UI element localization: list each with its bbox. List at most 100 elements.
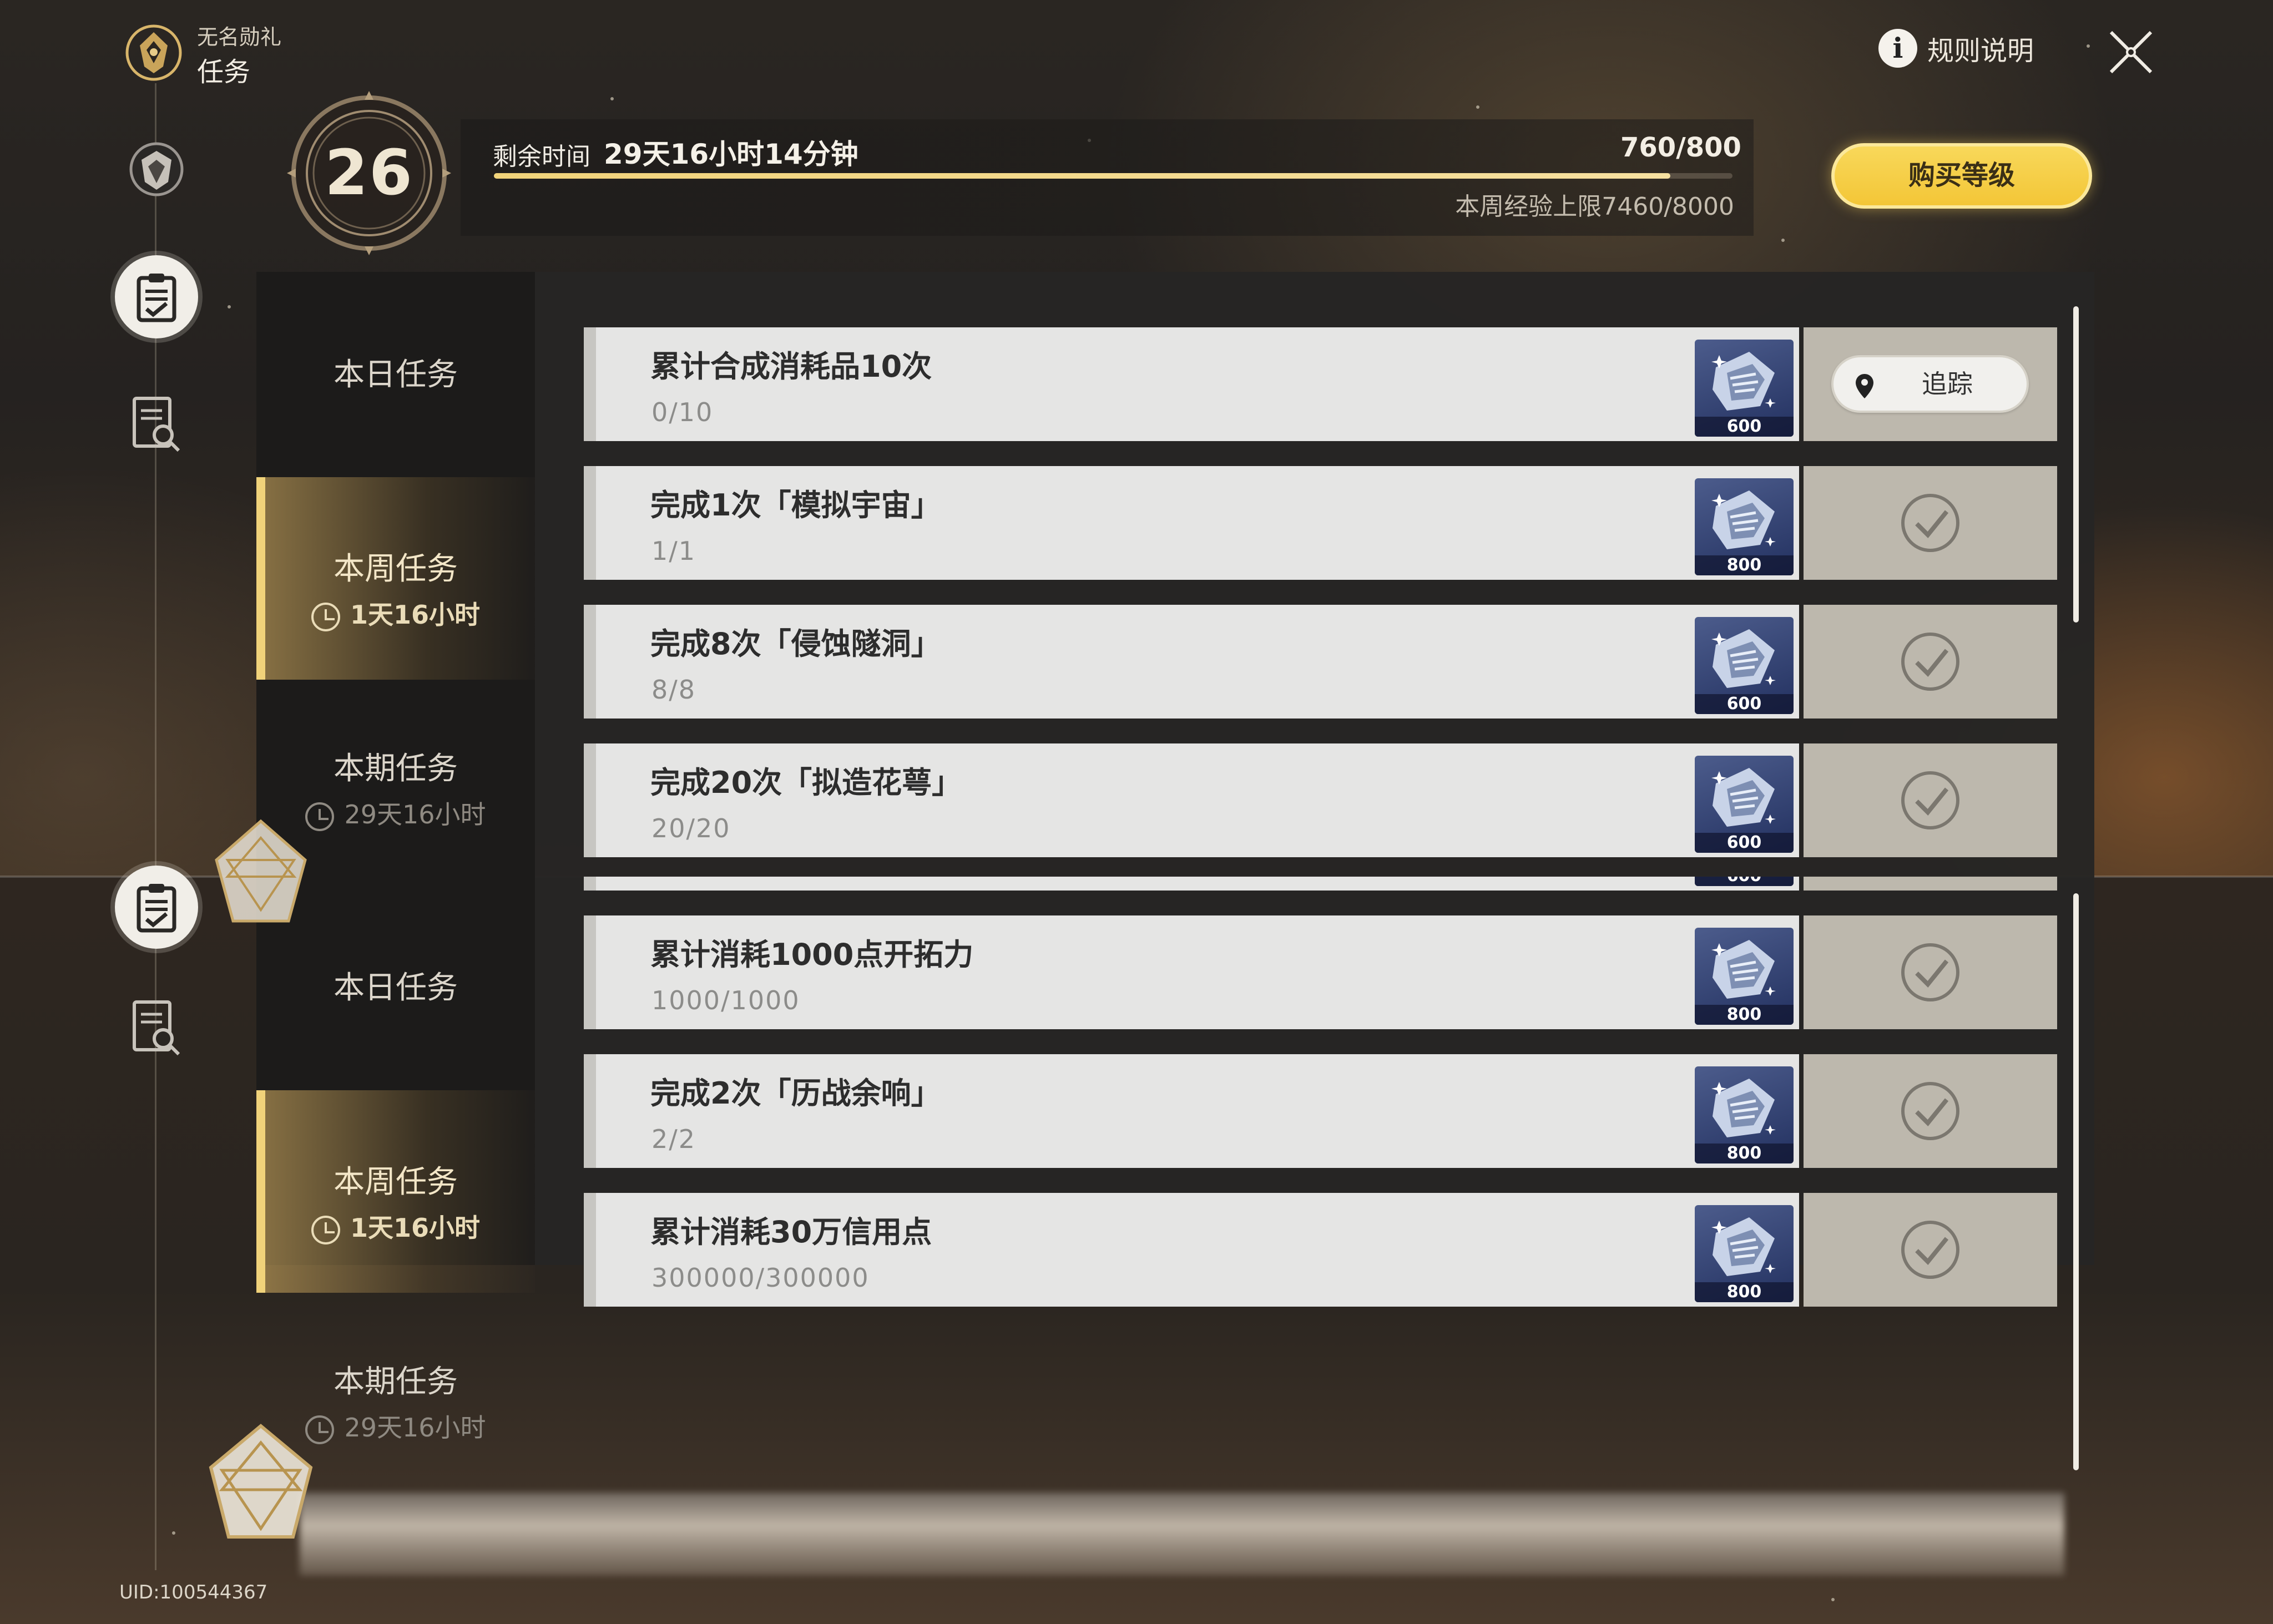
shield-icon[interactable]: [126, 139, 187, 200]
reward-item[interactable]: 800: [1695, 1066, 1794, 1163]
clock-icon: [311, 1215, 340, 1244]
tab-time: 1天16小时: [350, 1213, 481, 1243]
rules-label: 规则说明: [1927, 36, 2034, 67]
checkmark-icon: [1901, 494, 1959, 552]
reward-amount: 600: [1695, 877, 1794, 886]
task-title: 完成2次「历战余响」: [650, 1076, 941, 1111]
search-document-icon[interactable]: [131, 395, 182, 453]
task-row: 累计消耗1000点开拓力 1000/1000 800: [584, 915, 2057, 1029]
reward-ticket-icon: [1711, 940, 1776, 999]
sidebar-line: [155, 877, 156, 1570]
checkmark-icon: [1901, 1082, 1959, 1140]
task-title: 完成1次「模拟宇宙」: [650, 488, 941, 523]
sparkle: [1831, 1598, 1835, 1601]
search-document-icon[interactable]: [131, 999, 182, 1056]
scrollbar[interactable]: [2073, 893, 2079, 1470]
task-action-cell[interactable]: [1804, 605, 2057, 719]
tab-label: 本期任务: [334, 751, 458, 787]
task-progress: 2/2: [651, 1124, 696, 1154]
task-title: 累计合成消耗品10次: [650, 349, 932, 384]
reward-ticket-icon: [1711, 1217, 1776, 1276]
reward-item[interactable]: 800: [1695, 928, 1794, 1025]
task-action-cell[interactable]: [1804, 466, 2057, 580]
tab-daily[interactable]: 本日任务: [256, 272, 535, 474]
reward-item[interactable]: 600: [1695, 340, 1794, 437]
task-title: 完成8次「侵蚀隧洞」: [650, 626, 941, 661]
reward-item[interactable]: 600: [1695, 756, 1794, 853]
task-progress: 1000/1000: [651, 985, 800, 1015]
reward-ticket-icon: [1711, 1079, 1776, 1137]
task-card: 完成2次「历战余响」 2/2 800: [584, 1054, 1799, 1168]
clipboard-check-icon: [137, 274, 176, 322]
task-action-cell[interactable]: [1804, 915, 2057, 1029]
task-row: 完成1次「模拟宇宙」 1/1 800: [584, 466, 2057, 580]
scrollbar[interactable]: [2073, 306, 2079, 623]
task-row: 完成20次「拟造花萼」 20/20 600: [584, 743, 2057, 857]
checkmark-icon: [1901, 633, 1959, 691]
reward-item[interactable]: 800: [1695, 1205, 1794, 1302]
task-action-cell[interactable]: [1804, 1054, 2057, 1168]
task-card: 完成20次「拟造花萼」20/20600: [584, 743, 1799, 857]
task-row: 累计消耗30万信用点 300000/300000 800: [584, 1193, 2057, 1307]
sparkle: [172, 1531, 175, 1535]
tab-weekly[interactable]: 本周任务 1天16小时: [256, 477, 535, 680]
tab-label: 本期任务: [334, 1364, 458, 1400]
clock-icon: [311, 602, 340, 631]
page-title: 任务: [197, 57, 251, 88]
medal-icon: [123, 22, 184, 83]
task-row: 累计合成消耗品10次 0/10 600 追踪: [584, 327, 2057, 441]
buy-level-button[interactable]: 购买等级: [1831, 143, 2092, 209]
reward-item[interactable]: 800: [1695, 478, 1794, 575]
tab-weekly[interactable]: 本周任务 1天16小时: [256, 1090, 535, 1293]
level-badge: 26: [286, 90, 452, 256]
location-pin-icon: [1856, 374, 1873, 398]
task-action-cell: 追踪: [1804, 327, 2057, 441]
task-progress: 8/8: [651, 675, 696, 705]
nav-tasks-active[interactable]: [115, 866, 198, 949]
sparkle: [228, 305, 231, 308]
star-cube-icon: [194, 1420, 327, 1554]
reward-ticket-icon: [1711, 352, 1776, 411]
task-card: 完成1次「模拟宇宙」 1/1 800: [584, 466, 1799, 580]
task-card: 完成8次「侵蚀隧洞」 8/8 600: [584, 605, 1799, 719]
task-progress: 300000/300000: [651, 1263, 870, 1293]
track-button[interactable]: 追踪: [1831, 355, 2029, 413]
checkmark-icon: [1901, 1221, 1959, 1279]
reward-amount: 800: [1695, 1005, 1794, 1025]
task-action-cell[interactable]: [1804, 1193, 2057, 1307]
reward-ticket-icon: [1711, 629, 1776, 688]
checkmark-icon: [1901, 771, 1959, 829]
task-progress: 0/10: [651, 397, 714, 427]
task-card: 累计合成消耗品10次 0/10 600: [584, 327, 1799, 441]
level-number: 26: [325, 137, 413, 209]
reward-ticket-icon: [1711, 490, 1776, 549]
task-progress: 1/1: [651, 536, 696, 566]
info-icon: i: [1878, 29, 1917, 68]
reward-amount: 800: [1695, 1282, 1794, 1302]
nav-tasks-active[interactable]: [115, 255, 198, 338]
reward-item[interactable]: 600: [1695, 617, 1794, 714]
remaining-time-value: 29天16小时14分钟: [604, 138, 858, 170]
task-action-cell[interactable]: [1804, 877, 2057, 891]
reward-amount: 600: [1695, 833, 1794, 853]
task-progress: 20/20: [651, 813, 731, 843]
task-panel: 本日任务 本周任务 1天16小时 本期任务 29天16小时 累计合成消耗品10次…: [256, 272, 2094, 877]
reward-amount: 600: [1695, 694, 1794, 714]
task-card: 累计消耗30万信用点 300000/300000 800: [584, 1193, 1799, 1307]
star-cube-icon: [200, 816, 322, 938]
tab-label: 本日任务: [334, 970, 458, 1006]
task-action-cell[interactable]: [1804, 743, 2057, 857]
reward-item[interactable]: 600: [1695, 877, 1794, 886]
exp-value: 760/800: [1620, 132, 1741, 163]
sparkle: [610, 97, 614, 100]
track-label: 追踪: [1922, 369, 1973, 399]
rules-button[interactable]: i 规则说明: [1878, 29, 2034, 68]
task-panel-inner: 本日任务 本周任务 1天16小时 本期任务 29天16小时 累计合成消耗品10次…: [256, 272, 2094, 877]
task-panel: 本日任务 本周任务 1天16小时 本期任务 29天16小时 完成20次「拟造花萼…: [256, 877, 2094, 1488]
app-subtitle: 无名勋礼: [197, 25, 282, 49]
tab-time: 29天16小时: [344, 1413, 486, 1443]
sparkle: [1781, 239, 1785, 242]
task-card: 完成20次「拟造花萼」20/20600: [584, 877, 1799, 891]
close-icon[interactable]: [2103, 27, 2159, 77]
task-panel-inner: 本日任务 本周任务 1天16小时 本期任务 29天16小时 完成20次「拟造花萼…: [256, 877, 2094, 1470]
